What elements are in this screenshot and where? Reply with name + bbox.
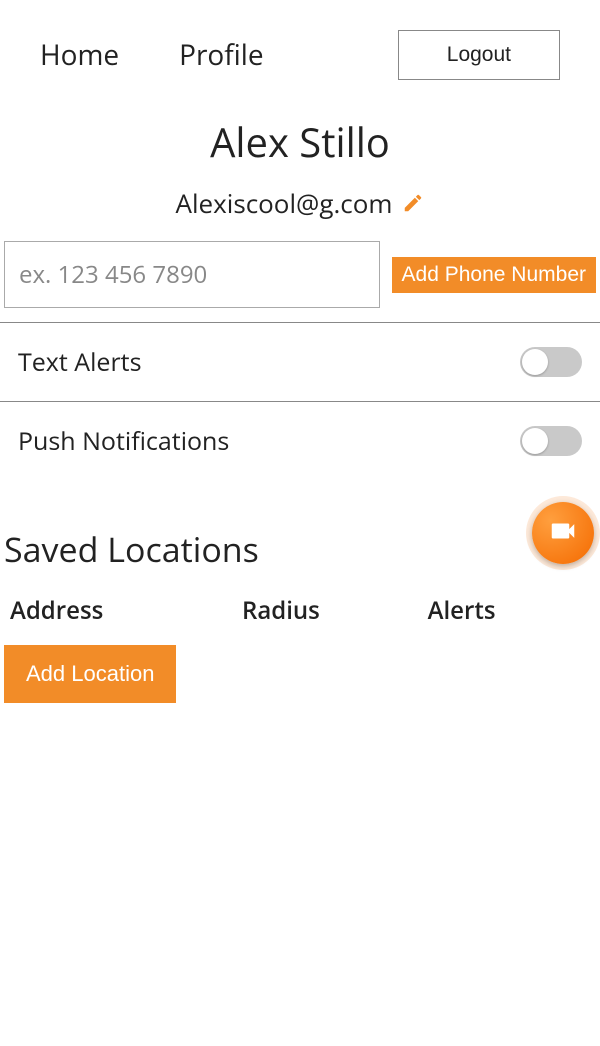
text-alerts-label: Text Alerts (18, 345, 142, 379)
nav-profile[interactable]: Profile (179, 36, 263, 74)
email-text: Alexiscool@g.com (176, 185, 393, 221)
column-address: Address (10, 594, 242, 627)
logout-button[interactable]: Logout (398, 30, 560, 80)
phone-input[interactable] (4, 241, 380, 308)
column-radius: Radius (242, 594, 428, 627)
column-alerts: Alerts (428, 594, 590, 627)
locations-table-header: Address Radius Alerts (0, 594, 600, 627)
video-camera-icon (548, 516, 578, 551)
setting-push-notifications: Push Notifications (0, 401, 600, 480)
toggle-knob (522, 428, 548, 454)
toggle-knob (522, 349, 548, 375)
record-fab[interactable] (532, 502, 594, 564)
setting-text-alerts: Text Alerts (0, 322, 600, 401)
email-row: Alexiscool@g.com (0, 185, 600, 221)
push-notifications-toggle[interactable] (520, 426, 582, 456)
saved-locations-title: Saved Locations (0, 526, 600, 572)
top-nav: Home Profile Logout (0, 0, 600, 90)
nav-home[interactable]: Home (40, 36, 119, 74)
pencil-icon[interactable] (402, 192, 424, 214)
push-notifications-label: Push Notifications (18, 424, 229, 458)
add-phone-button[interactable]: Add Phone Number (392, 257, 596, 293)
text-alerts-toggle[interactable] (520, 347, 582, 377)
profile-name: Alex Stillo (0, 114, 600, 169)
phone-row: Add Phone Number (0, 241, 600, 308)
add-location-button[interactable]: Add Location (4, 645, 176, 703)
